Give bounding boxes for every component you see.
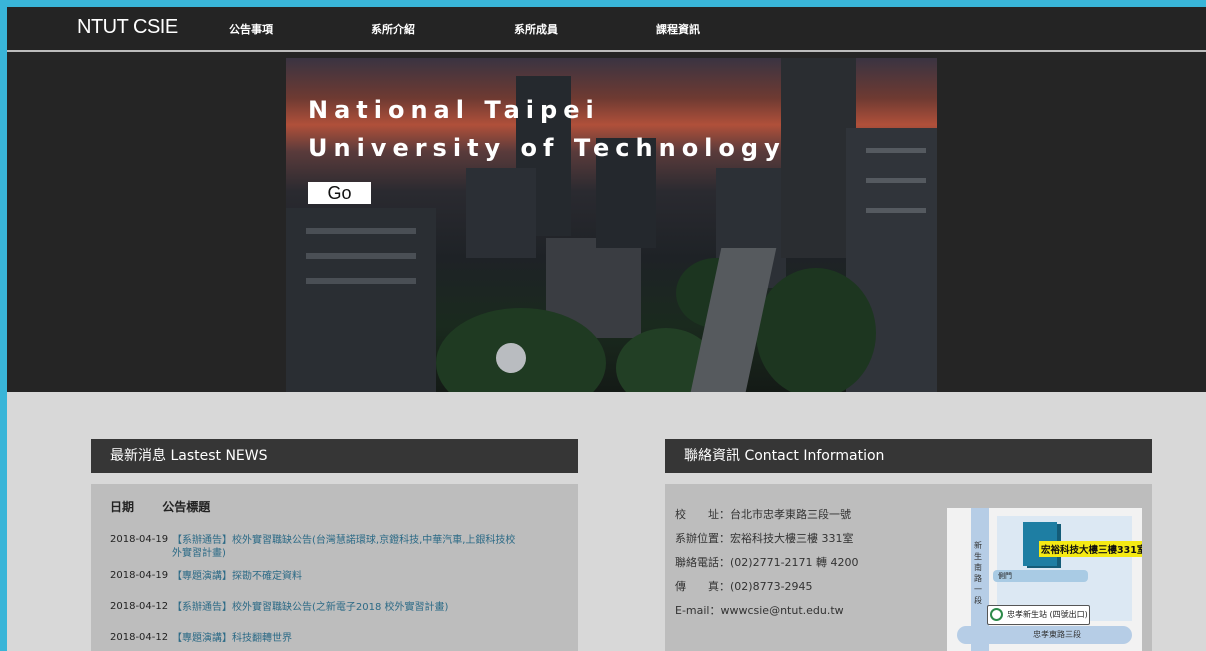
- contact-email-link[interactable]: E-mail：wwwcsie@ntut.edu.tw: [675, 602, 844, 618]
- news-title-link[interactable]: 【專題演講】探勘不確定資料: [172, 570, 522, 583]
- contact-fax: 傳 真：(02)8773-2945: [675, 580, 813, 593]
- news-title-link[interactable]: 【系辦通告】校外實習職缺公告(台灣慧諾環球,京鐙科技,中華汽車,上銀科技校外實習…: [172, 534, 522, 560]
- contact-address: 校 址：台北市忠孝東路三段一號: [675, 508, 851, 521]
- news-title-link[interactable]: 【系辦通告】校外實習職缺公告(之新電子2018 校外實習計畫): [172, 601, 522, 614]
- hero-band: National Taipei University of Technology…: [7, 52, 1206, 392]
- contact-panel: 校 址：台北市忠孝東路三段一號 系辦位置：宏裕科技大樓三樓 331室 聯絡電話：…: [665, 484, 1152, 651]
- map-building-label: 宏裕科技大樓三樓331室: [1039, 541, 1142, 557]
- contact-phone: 聯絡電話：(02)2771-2171 轉 4200: [675, 556, 859, 569]
- hero-title: National Taipei University of Technology: [308, 91, 786, 167]
- news-panel: 日期 公告標題 2018-04-19 【系辦通告】校外實習職缺公告(台灣慧諾環球…: [91, 484, 578, 651]
- contact-panel-header: 聯絡資訊 Contact Information: [665, 439, 1152, 473]
- news-panel-header: 最新消息 Lastest NEWS: [91, 439, 578, 473]
- news-date: 2018-04-19: [110, 570, 169, 581]
- news-col-date: 日期: [110, 500, 135, 514]
- station-marker: 忠孝新生站 (四號出口): [987, 605, 1090, 625]
- hero-image: National Taipei University of Technology…: [286, 58, 937, 392]
- hero-title-line1: National Taipei: [308, 96, 600, 124]
- metro-icon: [990, 608, 1003, 621]
- nav-item-announcements[interactable]: 公告事項: [229, 21, 273, 37]
- map-gate-label: 側門: [998, 572, 1012, 580]
- location-map[interactable]: 宏裕科技大樓三樓331室 新生南路一段 側門 忠孝新生站 (四號出口) 忠孝東路…: [947, 508, 1142, 651]
- site-brand[interactable]: NTUT CSIE: [77, 16, 178, 39]
- map-station-label: 忠孝新生站 (四號出口): [1007, 610, 1088, 619]
- contact-office: 系辦位置：宏裕科技大樓三樓 331室: [675, 532, 854, 545]
- news-title-link[interactable]: 【專題演講】科技翻轉世界: [172, 632, 522, 645]
- news-column-headers: 日期 公告標題: [110, 498, 210, 515]
- go-button[interactable]: Go: [308, 182, 371, 204]
- news-date: 2018-04-12: [110, 601, 169, 612]
- page-frame: NTUT CSIE 公告事項 系所介紹 系所成員 課程資訊 National T…: [7, 7, 1206, 651]
- nav-item-courses[interactable]: 課程資訊: [656, 21, 700, 37]
- hero-title-line2: University of Technology: [308, 134, 786, 162]
- map-road-bottom: 忠孝東路三段: [1033, 630, 1081, 639]
- nav-item-members[interactable]: 系所成員: [514, 21, 558, 37]
- top-nav: NTUT CSIE 公告事項 系所介紹 系所成員 課程資訊: [7, 7, 1206, 52]
- news-date: 2018-04-19: [110, 534, 169, 545]
- nav-item-department-intro[interactable]: 系所介紹: [371, 21, 415, 37]
- news-col-title: 公告標題: [162, 500, 211, 514]
- map-road-left: 新生南路一段: [974, 541, 982, 605]
- news-date: 2018-04-12: [110, 632, 169, 643]
